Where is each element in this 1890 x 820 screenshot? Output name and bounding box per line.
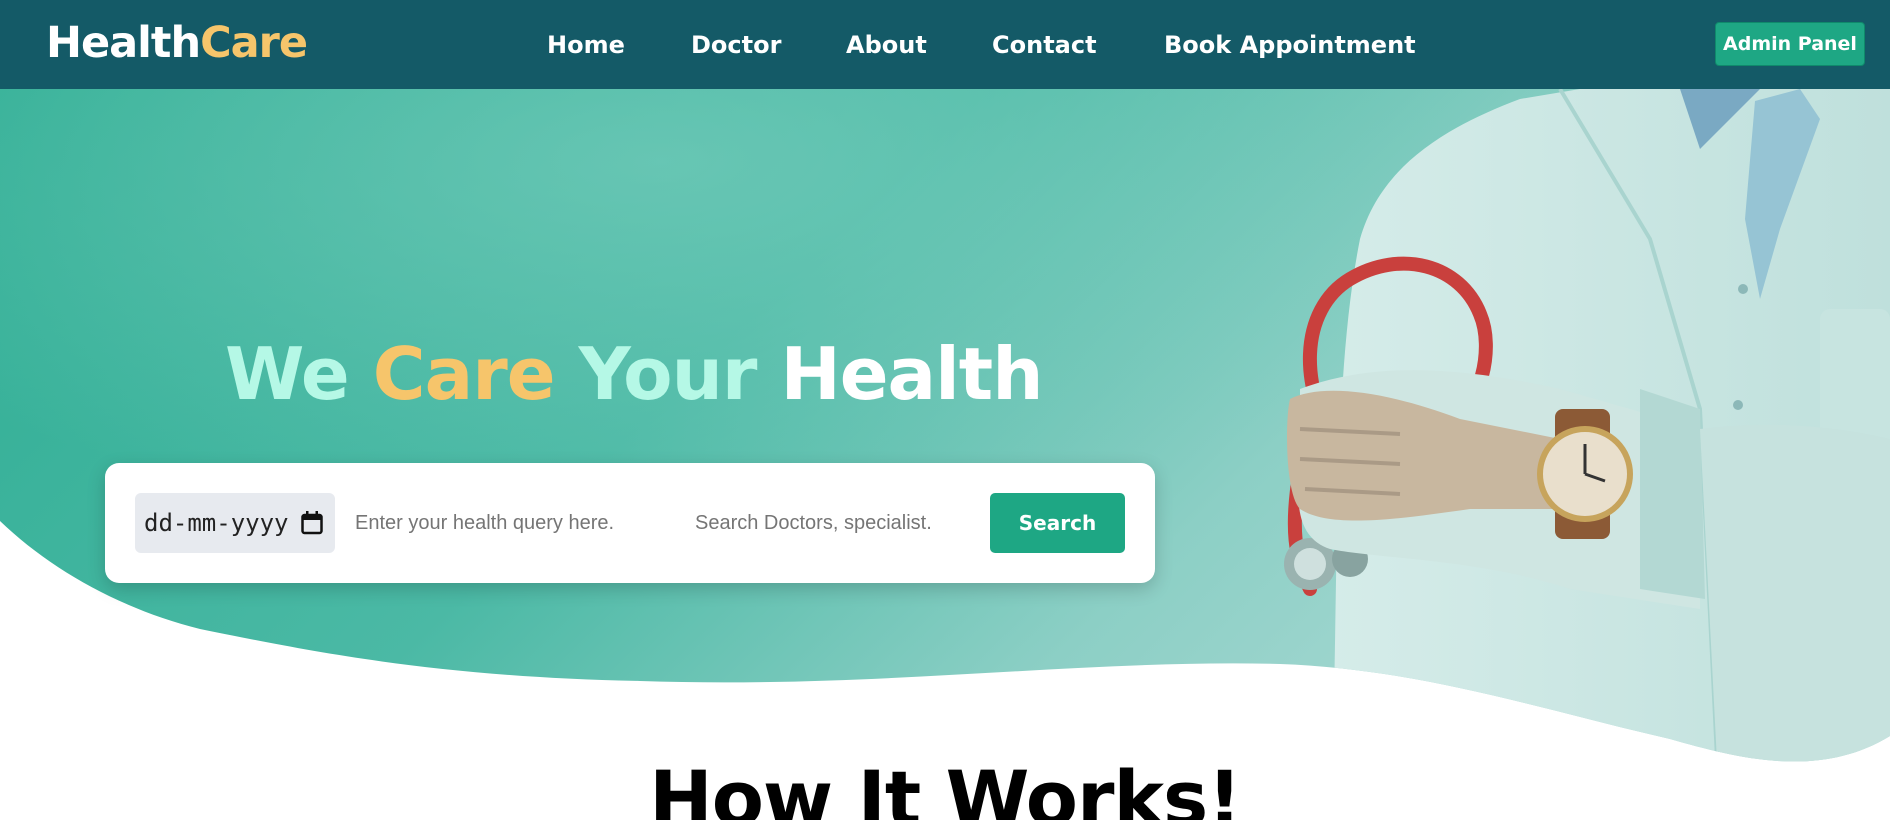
date-input[interactable]: dd-mm-yyyy [135,493,335,553]
hero-background [0,89,1890,762]
how-it-works-heading: How It Works! [649,754,1242,820]
brand-logo-part2: Care [200,18,308,68]
hero-title: We Care Your Health [225,329,1043,419]
nav-link-home[interactable]: Home [547,30,625,60]
calendar-icon[interactable] [301,511,323,535]
search-button[interactable]: Search [990,493,1125,553]
health-query-input[interactable] [355,503,665,543]
nav-link-about[interactable]: About [846,30,927,60]
hero-section: We Care Your Health dd-mm-yyyy Search [0,89,1890,820]
nav-link-book-appointment[interactable]: Book Appointment [1164,30,1416,60]
doctor-search-input[interactable] [695,503,995,543]
search-card: dd-mm-yyyy Search [105,463,1155,583]
date-input-value: dd-mm-yyyy [144,509,289,537]
hero-title-word-care: Care [372,332,556,416]
nav-link-doctor[interactable]: Doctor [691,30,781,60]
nav-link-contact[interactable]: Contact [992,30,1097,60]
hero-title-word-your: Your [578,332,758,416]
admin-panel-button[interactable]: Admin Panel [1715,22,1865,66]
hero-title-word-we: We [225,332,350,416]
brand-logo[interactable]: HealthCare [46,17,308,69]
brand-logo-part1: Health [46,18,201,68]
hero-title-word-health: Health [780,332,1043,416]
navbar: HealthCare Home Doctor About Contact Boo… [0,0,1890,89]
